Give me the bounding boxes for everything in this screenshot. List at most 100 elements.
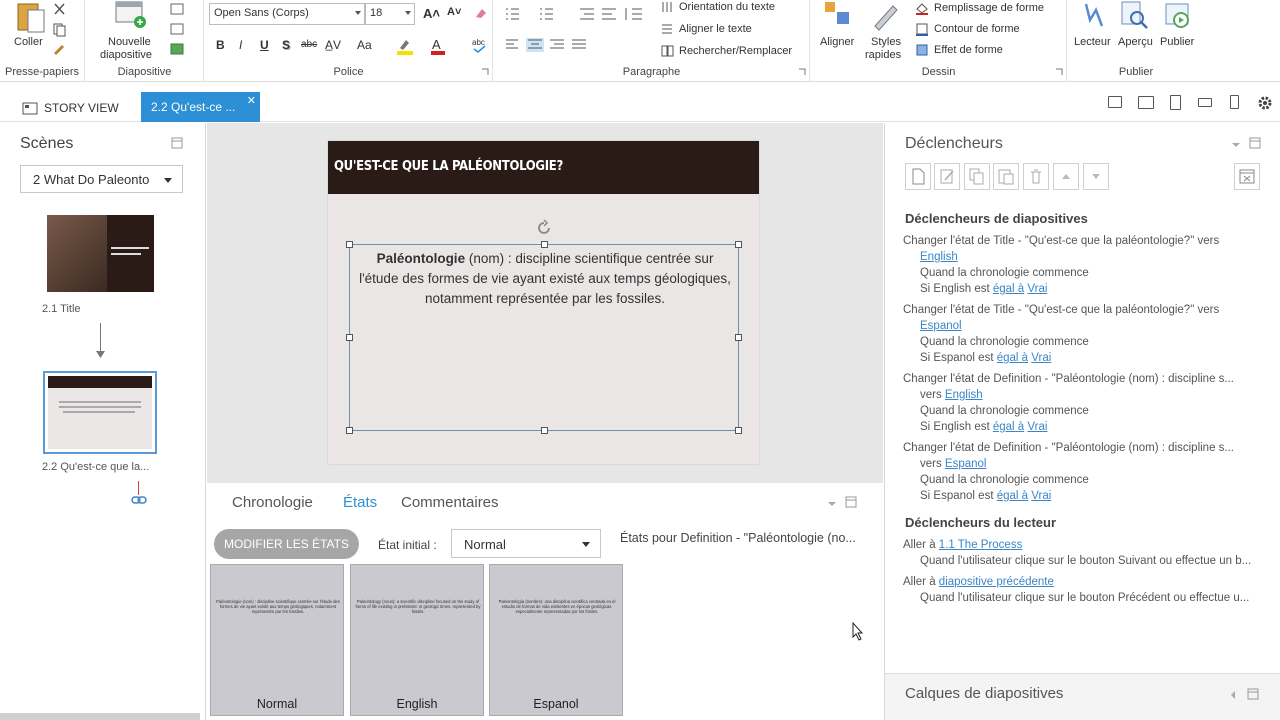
definition-textbox[interactable]: Paléontologie (nom) : discipline scienti… xyxy=(346,241,742,434)
spell-check-icon[interactable]: abc xyxy=(471,36,489,54)
state-english[interactable]: Paleontology (noun): a scientific discip… xyxy=(350,564,484,716)
tablet-portrait-icon[interactable] xyxy=(1170,95,1181,110)
bold-button[interactable]: B xyxy=(216,38,225,52)
cut-icon[interactable] xyxy=(52,2,68,16)
format-painter-icon[interactable] xyxy=(52,42,68,58)
value-link[interactable]: Vrai xyxy=(1031,352,1051,364)
player-trigger-1-target-link[interactable]: 1.1 The Process xyxy=(939,539,1023,551)
font-color-icon[interactable]: A xyxy=(429,36,449,56)
close-tab-icon[interactable]: ✕ xyxy=(247,94,256,107)
list-indent-icons[interactable] xyxy=(504,6,654,22)
slide-thumbnail-2-1[interactable] xyxy=(47,215,154,292)
trigger-4-action[interactable]: Changer l'état de Definition - "Paléonto… xyxy=(903,442,1234,454)
trigger-3-state-link[interactable]: English xyxy=(945,389,983,401)
shape-effect-button[interactable]: Effet de forme xyxy=(934,44,1003,56)
initial-state-select[interactable]: Normal xyxy=(451,529,601,558)
publish-icon[interactable] xyxy=(1164,0,1194,32)
resize-handle[interactable] xyxy=(735,334,742,341)
trigger-3-action[interactable]: Changer l'état de Definition - "Paléonto… xyxy=(903,373,1234,385)
tab-comments[interactable]: Commentaires xyxy=(401,494,499,511)
grow-font-icon[interactable]: A˄ xyxy=(423,6,440,21)
find-replace-icon[interactable] xyxy=(660,44,674,58)
operator-link[interactable]: égal à xyxy=(997,352,1028,364)
phone-portrait-icon[interactable] xyxy=(1230,95,1239,109)
shape-effect-icon[interactable] xyxy=(915,43,929,57)
trigger-4-when[interactable]: Quand la chronologie commence xyxy=(920,474,1089,486)
operator-link[interactable]: égal à xyxy=(997,490,1028,502)
shrink-font-icon[interactable]: A˅ xyxy=(447,6,461,18)
phone-landscape-icon[interactable] xyxy=(1198,98,1212,107)
rotate-handle-icon[interactable] xyxy=(535,219,553,237)
panel-float-icon[interactable] xyxy=(171,137,183,149)
preview-icon[interactable] xyxy=(1120,0,1150,32)
text-direction-button[interactable]: Orientation du texte xyxy=(679,1,775,13)
font-size-select[interactable]: 18 xyxy=(365,3,415,25)
collapse-chevron-icon[interactable] xyxy=(1231,141,1241,149)
panel-float-icon[interactable] xyxy=(1247,688,1259,700)
italic-button[interactable]: I xyxy=(239,38,242,52)
clear-format-icon[interactable] xyxy=(473,6,489,20)
player-icon[interactable] xyxy=(1080,0,1108,32)
align-button[interactable]: Aligner xyxy=(820,36,854,48)
move-up-button[interactable] xyxy=(1053,163,1079,190)
font-name-select[interactable]: Open Sans (Corps) xyxy=(209,3,365,25)
shape-outline-button[interactable]: Contour de forme xyxy=(934,23,1020,35)
align-text-button[interactable]: Aligner le texte xyxy=(679,23,752,35)
copy-icon[interactable] xyxy=(52,22,74,38)
new-slide-label-2[interactable]: diapositive xyxy=(100,49,152,61)
shape-fill-icon[interactable] xyxy=(915,1,929,15)
quick-styles-label-1[interactable]: Styles xyxy=(871,36,901,48)
operator-link[interactable]: égal à xyxy=(993,421,1024,433)
slide-layout-icons[interactable] xyxy=(170,2,186,58)
new-trigger-button[interactable] xyxy=(905,163,931,190)
collapse-chevron-icon[interactable] xyxy=(827,500,837,508)
move-down-button[interactable] xyxy=(1083,163,1109,190)
strikethrough-button[interactable]: abc xyxy=(301,39,317,50)
alignment-icons[interactable] xyxy=(504,38,590,52)
text-direction-icon[interactable] xyxy=(660,0,674,14)
shadow-button[interactable]: S xyxy=(282,38,290,52)
highlight-icon[interactable] xyxy=(395,36,417,56)
tab-story-view[interactable]: STORY VIEW xyxy=(22,98,119,118)
slide-thumbnail-2-2[interactable] xyxy=(43,371,157,454)
copy-trigger-button[interactable] xyxy=(964,163,990,190)
tab-slide-2-2[interactable]: 2.2 Qu'est-ce ... ✕ xyxy=(141,92,260,122)
modify-states-button[interactable]: MODIFIER LES ÉTATS xyxy=(214,529,359,559)
publish-button[interactable]: Publier xyxy=(1160,36,1194,48)
tab-timeline[interactable]: Chronologie xyxy=(232,494,313,511)
find-replace-button[interactable]: Rechercher/Remplacer xyxy=(679,45,792,57)
trigger-1-when[interactable]: Quand la chronologie commence xyxy=(920,267,1089,279)
trigger-2-when[interactable]: Quand la chronologie commence xyxy=(920,336,1089,348)
shape-fill-button[interactable]: Remplissage de forme xyxy=(934,2,1044,14)
panel-float-icon[interactable] xyxy=(845,496,857,508)
gear-icon[interactable] xyxy=(1257,95,1273,111)
tablet-landscape-icon[interactable] xyxy=(1138,96,1154,109)
slide-layers-bar[interactable]: Calques de diapositives xyxy=(885,673,1280,720)
font-dialog-launcher-icon[interactable] xyxy=(481,68,489,76)
player-button[interactable]: Lecteur xyxy=(1074,36,1111,48)
value-link[interactable]: Vrai xyxy=(1031,490,1051,502)
resize-handle[interactable] xyxy=(346,334,353,341)
variables-button[interactable] xyxy=(1234,163,1260,190)
trigger-3-when[interactable]: Quand la chronologie commence xyxy=(920,405,1089,417)
player-trigger-2-when[interactable]: Quand l'utilisateur clique sur le bouton… xyxy=(920,592,1249,604)
player-trigger-2-target-link[interactable]: diapositive précédente xyxy=(939,576,1054,588)
slide-title[interactable]: QU'EST-CE QUE LA PALÉONTOLOGIE? xyxy=(328,141,759,194)
scenes-scrollbar[interactable] xyxy=(0,713,200,720)
player-trigger-2-action[interactable]: Aller à diapositive précédente xyxy=(903,576,1054,588)
trigger-1-action[interactable]: Changer l'état de Title - "Qu'est-ce que… xyxy=(903,235,1219,247)
align-text-icon[interactable] xyxy=(660,22,674,36)
trigger-2-state-link[interactable]: Espanol xyxy=(920,320,962,332)
scene-select[interactable]: 2 What Do Paleonto xyxy=(20,165,183,193)
change-case-button[interactable]: Aa xyxy=(357,38,372,52)
value-link[interactable]: Vrai xyxy=(1027,283,1047,295)
desktop-view-icon[interactable] xyxy=(1108,96,1122,108)
trigger-4-state-link[interactable]: Espanol xyxy=(945,458,987,470)
trigger-1-state-link[interactable]: English xyxy=(920,251,958,263)
quick-styles-label-2[interactable]: rapides xyxy=(865,49,901,61)
panel-float-icon[interactable] xyxy=(1249,137,1261,149)
state-espanol[interactable]: Paleontología (nombre): una disciplina c… xyxy=(489,564,623,716)
new-slide-label-1[interactable]: Nouvelle xyxy=(108,36,151,48)
trigger-2-action[interactable]: Changer l'état de Title - "Qu'est-ce que… xyxy=(903,304,1219,316)
edit-trigger-button[interactable] xyxy=(934,163,960,190)
